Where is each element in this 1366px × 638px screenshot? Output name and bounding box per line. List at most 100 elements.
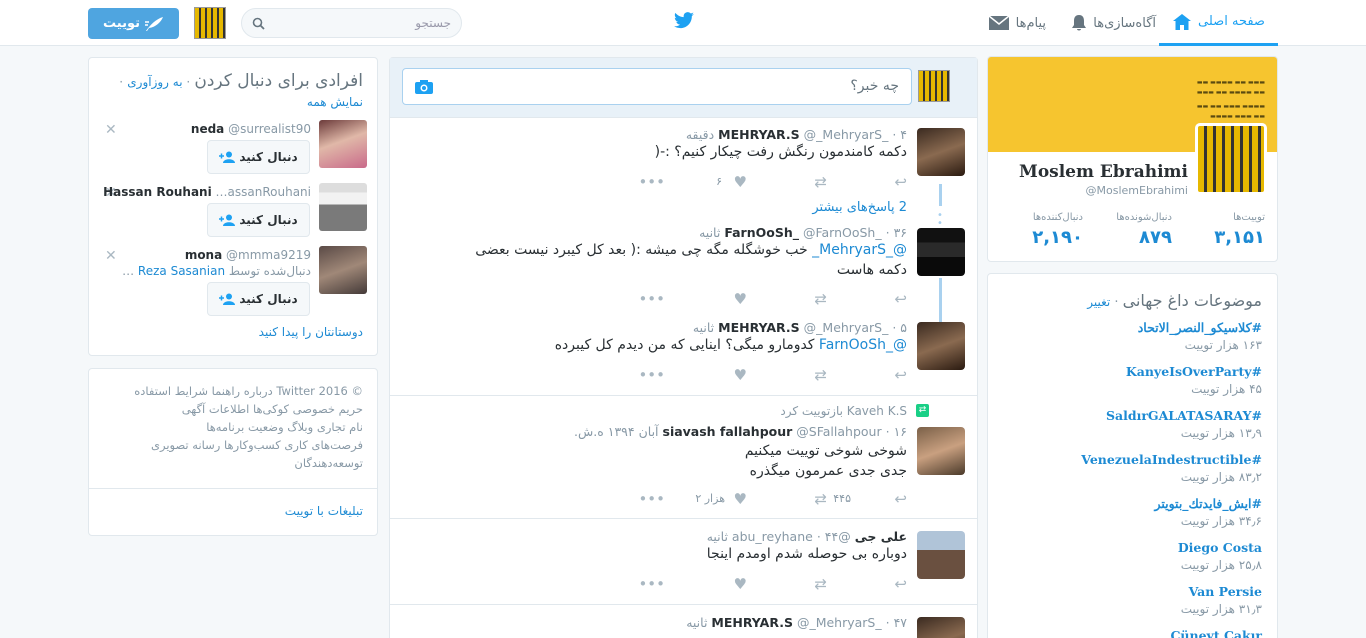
suggestion-name[interactable]: Hassan Rouhani xyxy=(103,185,212,199)
stat-tweets[interactable]: توییت‌ها ۳,۱۵۱ xyxy=(1214,212,1265,248)
avatar[interactable] xyxy=(319,246,367,294)
follow-button[interactable]: دنبال کنید xyxy=(207,203,310,237)
stat-label: دنبال‌شونده‌ها xyxy=(1116,212,1172,223)
retweeted-by[interactable]: Kaveh K.S بازتوییت کرد xyxy=(780,404,907,418)
mention-link[interactable]: @_FarnOoSh xyxy=(819,337,907,353)
suggestion-name[interactable]: neda xyxy=(191,122,224,136)
author-handle[interactable]: @_MehryarS_ xyxy=(797,615,882,630)
author-name[interactable]: MEHRYAR.S xyxy=(718,320,800,335)
retweet-icon[interactable]: ⇄ xyxy=(814,290,827,308)
avatar[interactable] xyxy=(917,531,965,579)
like-icon[interactable]: ♥ xyxy=(734,490,747,508)
tweet-text: @_FarnOoSh کدومارو میگی؟ اینایی که من دی… xyxy=(555,335,907,355)
avatar[interactable] xyxy=(319,120,367,168)
author-name[interactable]: siavash fallahpour xyxy=(663,424,793,439)
like-icon[interactable]: ♥ xyxy=(734,366,747,384)
avatar[interactable] xyxy=(319,183,367,231)
stat-followers[interactable]: دنبال‌کننده‌ها ۲,۱۹۰ xyxy=(1032,212,1083,248)
search-box[interactable]: جستجو xyxy=(241,8,462,38)
footer-line[interactable]: فرصت‌های کاری کسب‌وکارها رسانه تصویری xyxy=(134,436,363,454)
trend-item[interactable]: #ايش_فايدتك_بتويتر ۳۴٫۶ هزار توییت xyxy=(1154,496,1262,528)
reply-icon[interactable]: ↩ xyxy=(894,290,907,308)
tweet-button[interactable]: توییت xyxy=(88,8,179,39)
like-icon[interactable]: ♥ xyxy=(734,290,747,308)
profile-name[interactable]: Moslem Ebrahimi xyxy=(1019,162,1188,182)
tweet[interactable]: علی جی @abu_reyhane · ۴۴ ثانیه دوباره بی… xyxy=(390,519,977,605)
bell-icon xyxy=(1072,15,1087,31)
author-name[interactable]: علی جی xyxy=(855,529,907,544)
trend-item[interactable]: Cüneyt Çakır xyxy=(1170,628,1262,638)
like-icon[interactable]: ♥ xyxy=(734,173,747,191)
view-all-link[interactable]: نمایش همه xyxy=(307,95,363,109)
more-icon[interactable]: ••• xyxy=(638,173,665,191)
trend-item[interactable]: #KanyeIsOverParty ۴۵ هزار توییت xyxy=(1126,364,1262,396)
author-handle[interactable]: @_MehryarS_ xyxy=(804,320,889,335)
refresh-link[interactable]: به روزآوری xyxy=(127,75,182,89)
footer-line[interactable]: توسعه‌دهندگان xyxy=(134,454,363,472)
follow-suggestion: ✕ neda @surrealist90 دنبال کنید xyxy=(103,120,367,180)
followed-by-link[interactable]: Reza Sasanian xyxy=(138,264,225,278)
find-friends-link[interactable]: دوستانتان را پیدا کنید xyxy=(259,325,363,339)
tweet[interactable]: ⇄ Kaveh K.S بازتوییت کرد siavash fallahp… xyxy=(390,396,977,519)
avatar[interactable] xyxy=(917,617,965,638)
trend-item[interactable]: #VenezuelaIndestructible ۸۳٫۲ هزار توییت xyxy=(1081,452,1262,484)
author-handle[interactable]: @_MehryarS_ xyxy=(804,127,889,142)
more-icon[interactable]: ••• xyxy=(638,575,665,593)
follow-button[interactable]: دنبال کنید xyxy=(207,282,310,316)
avatar[interactable] xyxy=(917,427,965,475)
twitter-bird-logo[interactable] xyxy=(673,12,695,34)
home-icon xyxy=(1173,13,1192,30)
author-name[interactable]: MEHRYAR.S xyxy=(718,127,800,142)
search-icon[interactable] xyxy=(252,17,265,30)
search-input[interactable]: جستجو xyxy=(415,16,451,30)
add-user-icon xyxy=(219,293,236,305)
footer-line[interactable]: نام تجاری وبلاگ وضعیت برنامه‌ها xyxy=(134,418,363,436)
suggestion-handle: @surrealist90 xyxy=(228,122,311,136)
avatar[interactable] xyxy=(917,128,965,176)
trends-change-link[interactable]: تغییر xyxy=(1087,295,1110,309)
trend-item[interactable]: #كلاسيكو_النصر_الاتحاد ۱۶۳ هزار توییت xyxy=(1138,320,1262,352)
avatar[interactable] xyxy=(917,322,965,370)
stat-following[interactable]: دنبال‌شونده‌ها ۸۷۹ xyxy=(1116,212,1172,248)
more-icon[interactable]: ••• xyxy=(638,490,665,508)
trend-name: #KanyeIsOverParty xyxy=(1125,364,1262,379)
nav-messages-tab[interactable]: پیام‌ها xyxy=(988,0,1046,46)
author-handle[interactable]: @SFallahpour xyxy=(796,424,881,439)
retweet-icon[interactable]: ⇄ xyxy=(814,490,827,508)
camera-icon[interactable] xyxy=(414,79,434,95)
reply-icon[interactable]: ↩ xyxy=(894,173,907,191)
like-icon[interactable]: ♥ xyxy=(734,575,747,593)
more-replies-link[interactable]: 2 پاسخ‌های بیشتر xyxy=(812,200,907,215)
profile-avatar[interactable] xyxy=(1195,123,1267,195)
more-icon[interactable]: ••• xyxy=(638,366,665,384)
footer-line[interactable]: حریم خصوصی کوکی‌ها اطلاعات آگهی xyxy=(134,400,363,418)
nav-home-tab[interactable]: صفحه اصلی xyxy=(1159,0,1278,46)
trend-item[interactable]: #SaldırGALATASARAY ۱۳٫۹ هزار توییت xyxy=(1106,408,1262,440)
tweet[interactable]: MEHRYAR.S @_MehryarS_ · ۴۷ ثانیه xyxy=(390,605,977,638)
footer-line[interactable]: © 2016 Twitter درباره راهنما شرایط استفا… xyxy=(134,382,363,400)
nav-notifications-tab[interactable]: آگاه‌سازی‌ها xyxy=(1071,0,1156,46)
trend-item[interactable]: Van Persie ۳۱٫۳ هزار توییت xyxy=(1181,584,1262,616)
author-name[interactable]: MEHRYAR.S xyxy=(711,615,793,630)
dismiss-icon[interactable]: ✕ xyxy=(105,248,117,264)
user-avatar-menu[interactable] xyxy=(194,7,226,39)
trend-item[interactable]: Diego Costa ۲۵٫۸ هزار توییت xyxy=(1178,540,1262,572)
author-handle[interactable]: @FarnOoSh_ xyxy=(803,225,882,240)
more-icon[interactable]: ••• xyxy=(638,290,665,308)
retweet-icon[interactable]: ⇄ xyxy=(814,575,827,593)
author-name[interactable]: FarnOoSh_ xyxy=(724,225,799,240)
reply-icon[interactable]: ↩ xyxy=(894,490,907,508)
mention-link[interactable]: @_MehryarS_ xyxy=(812,242,907,258)
dismiss-icon[interactable]: ✕ xyxy=(105,122,117,138)
retweet-icon[interactable]: ⇄ xyxy=(814,173,827,191)
follow-button[interactable]: دنبال کنید xyxy=(207,140,310,174)
profile-handle[interactable]: @MoslemEbrahimi xyxy=(1086,184,1189,197)
conversation[interactable]: • • MEHRYAR.S @_MehryarS_ · ۴ دقیقه دکمه … xyxy=(390,118,977,396)
avatar[interactable] xyxy=(917,228,965,276)
retweet-icon[interactable]: ⇄ xyxy=(814,366,827,384)
reply-icon[interactable]: ↩ xyxy=(894,575,907,593)
compose-input[interactable]: چه خبر؟ xyxy=(402,68,912,105)
reply-icon[interactable]: ↩ xyxy=(894,366,907,384)
twitter-ads-link[interactable]: تبلیغات با توییت xyxy=(285,504,363,518)
suggestion-name[interactable]: mona xyxy=(185,248,222,262)
